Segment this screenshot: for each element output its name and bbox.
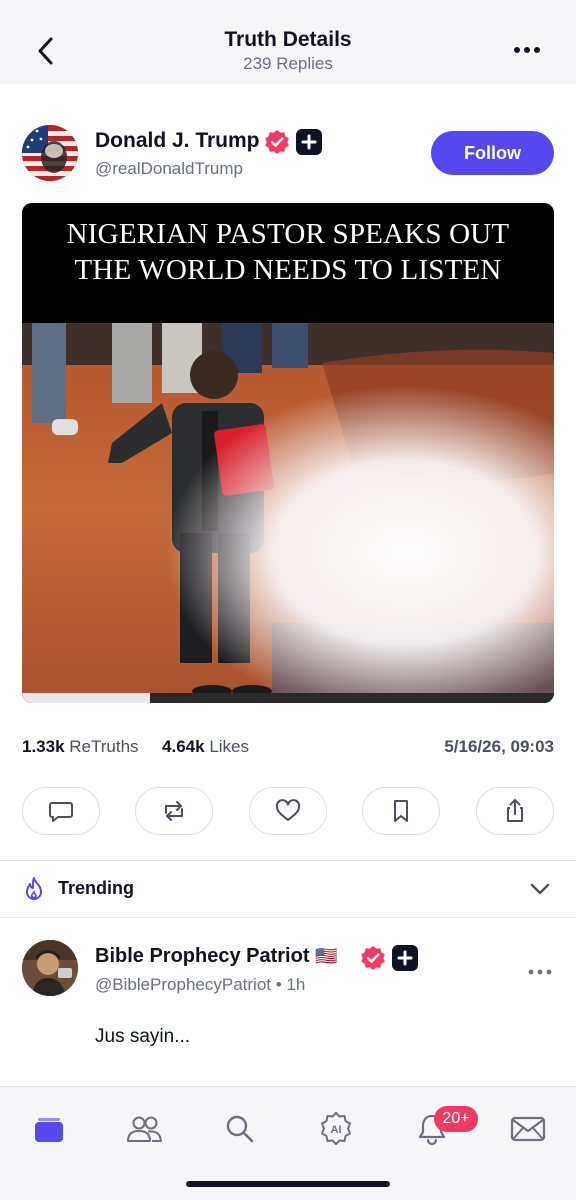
page-title: Truth Details [224,28,352,51]
like-button[interactable] [249,787,327,835]
top-bar: Truth Details 239 Replies [0,0,576,84]
likes-count[interactable]: 4.64k [162,737,205,756]
likes-label[interactable]: Likes [209,737,249,756]
trending-toggle[interactable]: Trending [0,862,576,916]
like-icon [275,799,301,821]
video-frame [22,323,554,693]
reply-count: 239 Replies [243,54,333,73]
tab-messages[interactable] [506,1107,550,1151]
us-flag-icon: 🇺🇸 [315,946,338,966]
people-icon [127,1116,162,1142]
trending-label: Trending [58,878,134,898]
more-horizontal-icon [514,47,540,53]
bookmark-button[interactable] [362,787,440,835]
caption-line-2: THE WORLD NEEDS TO LISTEN [74,254,502,286]
mail-icon [510,1116,546,1142]
video-progress-fill [22,693,150,703]
verified-badge-icon [265,130,289,154]
tab-people[interactable] [122,1107,166,1151]
video-caption: NIGERIAN PASTOR SPEAKS OUT THE WORLD NEE… [22,203,554,323]
truth-plus-icon [392,945,418,971]
retruths-label[interactable]: ReTruths [69,737,138,756]
notifications-badge: 20+ [434,1106,478,1132]
reply-icon [49,802,73,822]
divider [0,860,576,861]
svg-text:AI: AI [331,1124,342,1136]
author-handle[interactable]: @realDonaldTrump [95,159,243,179]
follow-button[interactable]: Follow [431,131,554,175]
more-horizontal-icon [528,969,552,975]
home-indicator [186,1181,390,1187]
share-button[interactable] [476,787,554,835]
video-progress-bar[interactable] [22,693,554,703]
home-icon [35,1118,63,1142]
verified-badge-icon [361,946,385,970]
reply-button[interactable] [22,787,100,835]
post-stats: 1.33k ReTruths 4.64k Likes 5/16/26, 09:0… [22,737,554,759]
bookmark-icon [394,800,408,822]
tab-search[interactable] [218,1107,262,1151]
portrait-avatar [22,940,78,996]
caption-line-1: NIGERIAN PASTOR SPEAKS OUT [66,218,510,250]
tab-ai[interactable]: AI [314,1107,358,1151]
reply-avatar[interactable] [22,940,78,996]
author-avatar[interactable] [22,125,78,181]
divider [0,917,576,918]
chevron-down-icon [530,883,550,895]
flag-portrait-avatar [22,125,78,181]
share-icon [507,799,523,822]
post-video[interactable]: NIGERIAN PASTOR SPEAKS OUT THE WORLD NEE… [22,203,554,703]
retruths-count[interactable]: 1.33k [22,737,65,756]
reply-author-name[interactable]: Bible Prophecy Patriot 🇺🇸 [95,945,337,968]
tab-home[interactable] [26,1107,70,1151]
flame-icon [26,877,42,900]
ai-icon: AI [321,1112,351,1145]
reply-text: Jus sayin... [95,1026,191,1047]
author-name[interactable]: Donald J. Trump [95,129,260,153]
truth-plus-icon [296,129,322,155]
reply-more-button[interactable] [527,964,553,975]
post-timestamp: 5/16/26, 09:03 [444,737,554,756]
retruth-button[interactable] [135,787,213,835]
retruth-icon [165,801,183,821]
reply-handle-time[interactable]: @BibleProphecyPatriot • 1h [95,975,305,995]
reply-author-label: Bible Prophecy Patriot [95,945,310,967]
search-icon [226,1115,254,1143]
more-options-button[interactable] [512,40,542,60]
